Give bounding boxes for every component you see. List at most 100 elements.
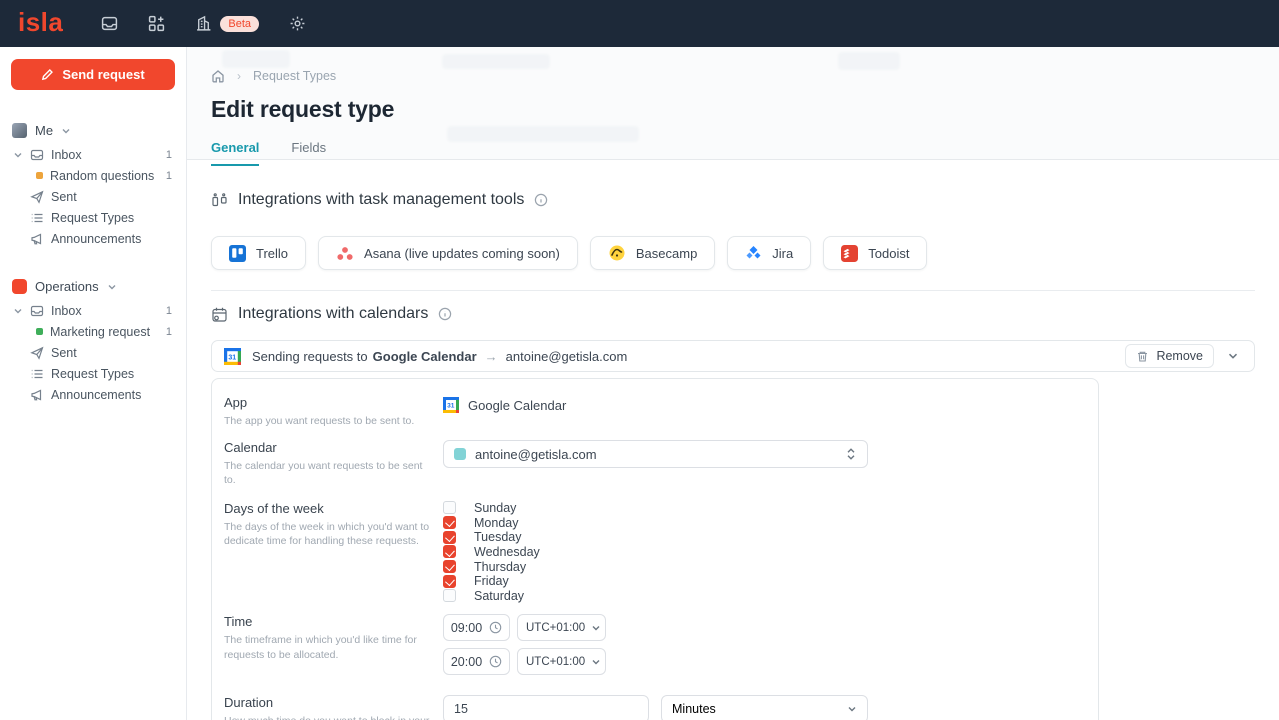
start-timezone-select[interactable]: UTC+01:00: [517, 614, 606, 641]
home-icon[interactable]: [211, 69, 225, 83]
end-time-input[interactable]: 20:00: [443, 648, 510, 675]
duration-unit-select[interactable]: Minutes: [661, 695, 868, 720]
unread-count: 1: [166, 326, 172, 338]
remove-button[interactable]: Remove: [1125, 344, 1214, 368]
breadcrumb-separator: ›: [237, 69, 241, 83]
google-calendar-icon: 31: [443, 397, 459, 413]
checkbox-tuesday[interactable]: [443, 531, 456, 544]
end-timezone-select[interactable]: UTC+01:00: [517, 648, 606, 675]
label-bullet: [36, 328, 43, 335]
duration-help: How much time do you want to block in yo…: [224, 714, 443, 720]
sidebar-item-random-questions[interactable]: Random questions 1: [0, 165, 186, 186]
tab-fields[interactable]: Fields: [291, 140, 326, 166]
info-icon[interactable]: [534, 193, 548, 207]
svg-text:31: 31: [228, 354, 236, 361]
send-request-button[interactable]: Send request: [11, 59, 175, 90]
megaphone-icon: [30, 232, 44, 246]
trash-icon: [1136, 350, 1149, 363]
connection-app-name: Google Calendar: [373, 349, 477, 364]
list-icon: [30, 367, 44, 381]
breadcrumb-current[interactable]: Request Types: [253, 69, 336, 83]
gear-icon[interactable]: [289, 15, 306, 32]
start-time-input[interactable]: 09:00: [443, 614, 510, 641]
trello-button[interactable]: Trello: [211, 236, 306, 270]
chevron-down-icon[interactable]: [13, 306, 23, 316]
avatar: [12, 279, 27, 294]
day-checkbox-row: Thursday: [443, 559, 1086, 574]
duration-input[interactable]: 15: [443, 695, 649, 720]
pencil-icon: [41, 68, 54, 81]
todoist-icon: [841, 245, 858, 262]
sidebar-item-announcements[interactable]: Announcements: [0, 228, 186, 249]
calendar-color-swatch: [454, 448, 466, 460]
clock-icon: [489, 621, 502, 634]
calendar-select[interactable]: antoine@getisla.com: [443, 440, 868, 468]
sidebar-item-announcements[interactable]: Announcements: [0, 384, 186, 405]
day-checkbox-row: Monday: [443, 515, 1086, 530]
day-checkbox-row: Sunday: [443, 501, 1086, 516]
tab-general[interactable]: General: [211, 140, 259, 166]
checkbox-wednesday[interactable]: [443, 545, 456, 558]
tab-bar: General Fields: [211, 140, 1255, 166]
unread-count: 1: [166, 305, 172, 317]
workspace-operations[interactable]: Operations: [0, 273, 186, 300]
info-icon[interactable]: [438, 307, 452, 321]
calendars-section-heading: Integrations with calendars: [211, 305, 1255, 323]
checkbox-friday[interactable]: [443, 575, 456, 588]
workspace-me[interactable]: Me: [0, 117, 186, 144]
app-help: The app you want requests to be sent to.: [224, 414, 443, 428]
inbox-icon: [30, 148, 44, 162]
inbox-tray-icon[interactable]: [101, 15, 118, 32]
calendar-help: The calendar you want requests to be sen…: [224, 459, 443, 487]
days-help: The days of the week in which you'd want…: [224, 520, 443, 548]
time-label: Time: [224, 614, 443, 629]
paper-plane-icon: [30, 190, 44, 204]
skeleton-placeholder: [838, 52, 900, 70]
skeleton-placeholder: [222, 50, 290, 68]
trello-icon: [229, 245, 246, 262]
section-divider: [211, 290, 1255, 291]
checkbox-monday[interactable]: [443, 516, 456, 529]
chevron-down-icon: [107, 282, 117, 292]
sidebar-item-inbox[interactable]: Inbox 1: [0, 144, 186, 165]
paper-plane-icon: [30, 346, 44, 360]
app-logo: isla: [18, 7, 63, 38]
asana-button[interactable]: Asana (live updates coming soon): [318, 236, 578, 270]
basecamp-icon: [608, 244, 626, 262]
calendar-row: Calendar The calendar you want requests …: [224, 440, 1086, 487]
calendar-icon: [211, 306, 228, 323]
checkbox-sunday[interactable]: [443, 501, 456, 514]
unread-count: 1: [166, 149, 172, 161]
chevron-down-icon: [847, 704, 857, 714]
building-icon[interactable]: [195, 15, 212, 32]
sidebar-item-sent[interactable]: Sent: [0, 342, 186, 363]
apps-grid-plus-icon[interactable]: [148, 15, 165, 32]
clock-icon: [489, 655, 502, 668]
sidebar-item-inbox[interactable]: Inbox 1: [0, 300, 186, 321]
sidebar-item-sent[interactable]: Sent: [0, 186, 186, 207]
duration-row: Duration How much time do you want to bl…: [224, 695, 1086, 720]
duration-label: Duration: [224, 695, 443, 710]
skeleton-placeholder: [442, 54, 550, 69]
sidebar-item-request-types[interactable]: Request Types: [0, 363, 186, 384]
basecamp-button[interactable]: Basecamp: [590, 236, 715, 270]
sidebar-item-marketing-request[interactable]: Marketing request 1: [0, 321, 186, 342]
calendar-connection-bar: 31 Sending requests to Google Calendar →…: [211, 340, 1255, 372]
checkbox-thursday[interactable]: [443, 560, 456, 573]
collapse-chevron-button[interactable]: [1220, 344, 1246, 368]
asana-icon: [336, 245, 354, 262]
jira-button[interactable]: Jira: [727, 236, 811, 270]
chevron-down-icon: [591, 623, 601, 633]
task-tools-icon: [211, 192, 228, 209]
todoist-button[interactable]: Todoist: [823, 236, 927, 270]
sidebar-item-request-types[interactable]: Request Types: [0, 207, 186, 228]
chevron-down-icon[interactable]: [13, 150, 23, 160]
checkbox-saturday[interactable]: [443, 589, 456, 602]
chevron-down-icon: [61, 126, 71, 136]
day-checkbox-row: Saturday: [443, 589, 1086, 604]
chevron-down-icon: [591, 657, 601, 667]
sidebar: Send request Me Inbox 1 Random questions…: [0, 47, 187, 720]
app-value: 31 Google Calendar: [443, 397, 1086, 413]
calendar-settings-panel: App The app you want requests to be sent…: [211, 378, 1099, 720]
days-row: Days of the week The days of the week in…: [224, 501, 1086, 604]
